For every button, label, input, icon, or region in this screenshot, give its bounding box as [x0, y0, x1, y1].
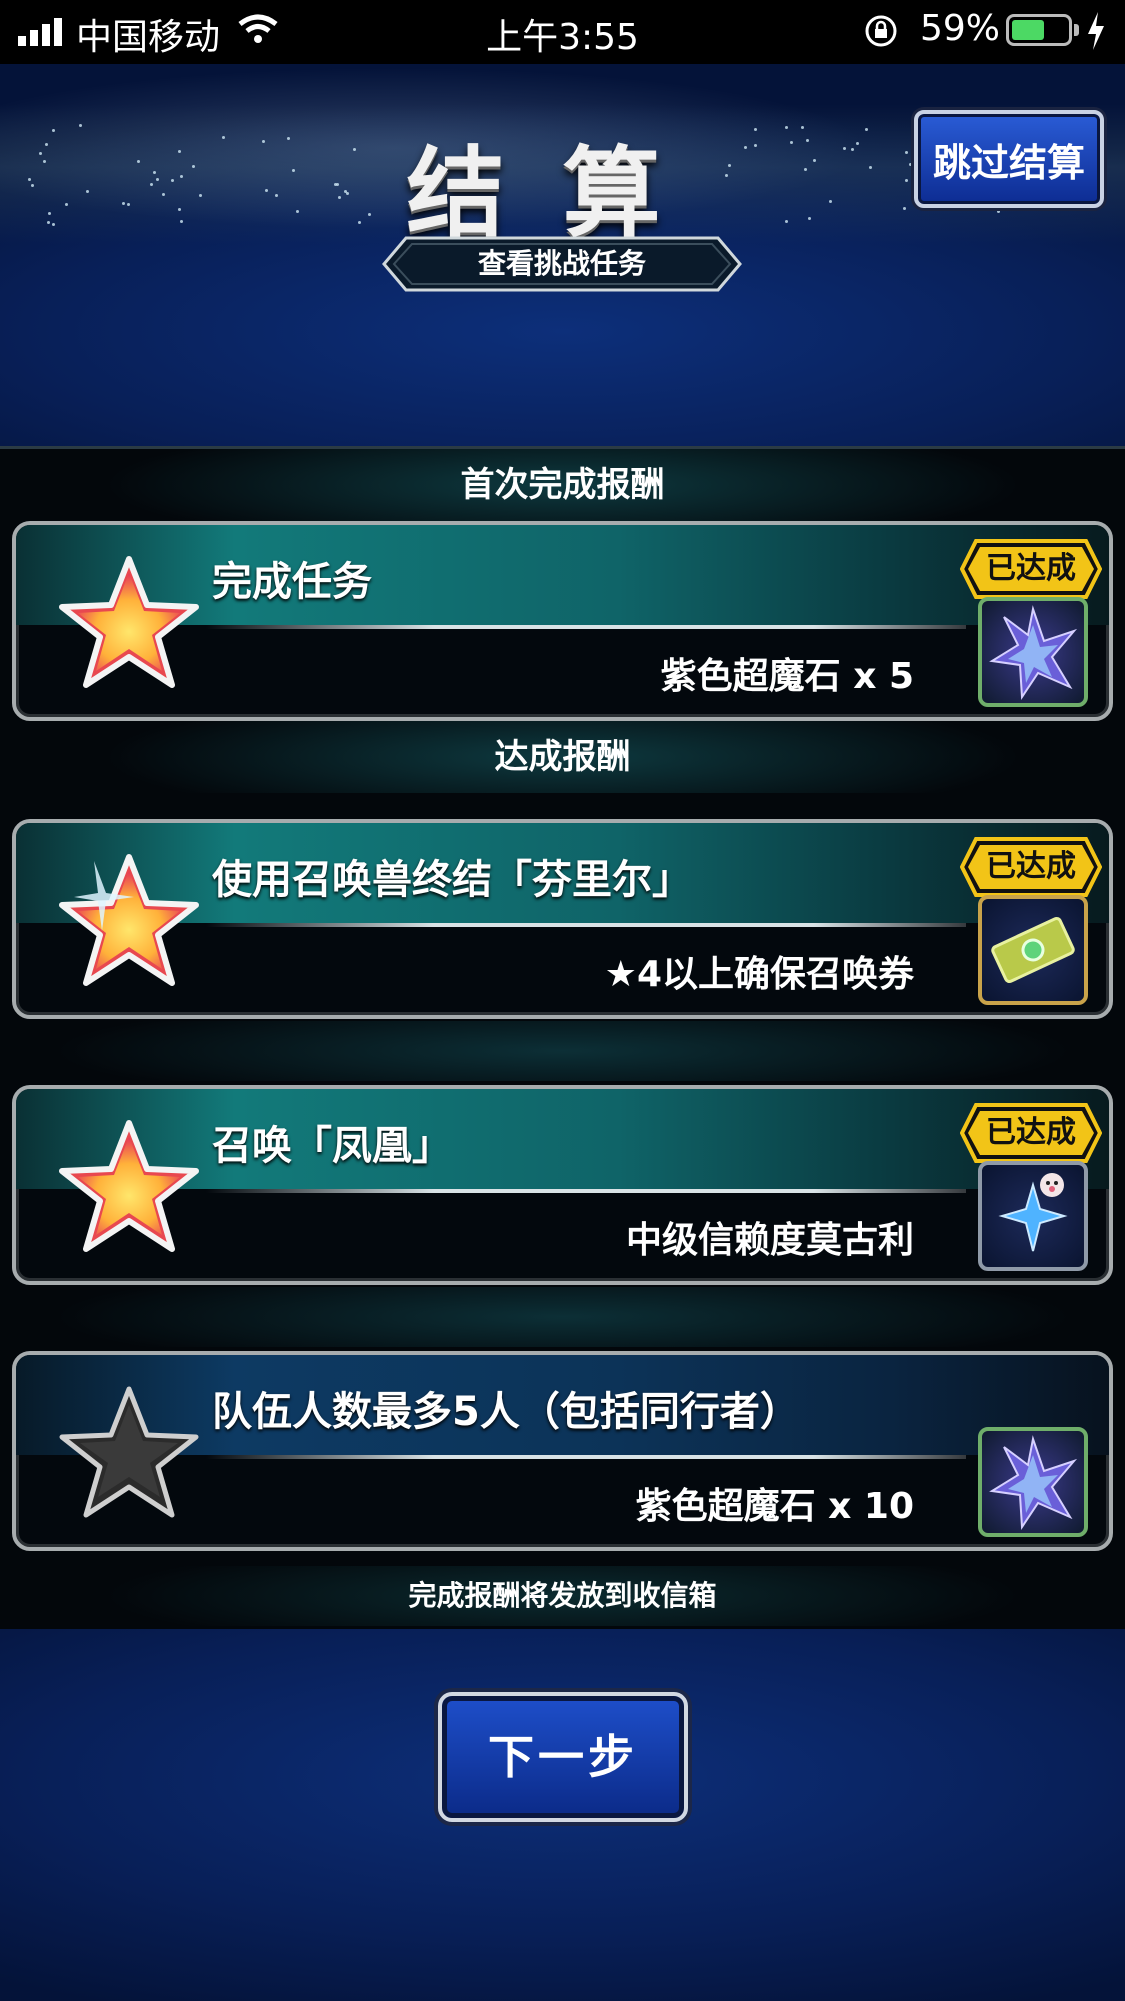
star-icon	[54, 553, 204, 693]
mission-card-4: 队伍人数最多5人（包括同行者） 紫色超魔石 x 10	[12, 1351, 1113, 1551]
purple-crystal-icon[interactable]	[978, 597, 1088, 707]
star-icon	[54, 851, 204, 991]
rotation-lock-icon	[865, 15, 897, 47]
status-bar: 中国移动 上午3:55 59%	[0, 0, 1125, 64]
skip-results-button[interactable]: 跳过结算	[914, 110, 1104, 208]
achieved-badge: 已达成	[960, 1103, 1102, 1163]
summon-ticket-icon[interactable]	[978, 895, 1088, 1005]
mission-task: 召唤「凤凰」	[212, 1123, 452, 1169]
mission-card-1: 完成任务 紫色超魔石 x 5	[12, 521, 1113, 721]
mission-reward: 紫色超魔石 x 10	[635, 1486, 914, 1527]
mission-card-3: 召唤「凤凰」 中级信赖度莫古利	[12, 1085, 1113, 1285]
star-icon	[59, 1386, 199, 1518]
mission-task: 完成任务	[212, 559, 372, 605]
first-clear-title: 首次完成报酬	[0, 449, 1125, 521]
moogle-crystal-icon[interactable]	[978, 1161, 1088, 1271]
mission-task: 队伍人数最多5人（包括同行者）	[212, 1389, 800, 1435]
view-missions-button[interactable]: 查看挑战任务	[382, 236, 742, 292]
battery-icon	[1006, 14, 1072, 46]
next-button[interactable]: 下一步	[438, 1692, 688, 1822]
mission-task: 使用召唤兽终结「芬里尔」	[212, 857, 692, 903]
mission-reward: 中级信赖度莫古利	[625, 1220, 914, 1261]
achieved-badge: 已达成	[960, 539, 1102, 599]
purple-crystal-icon[interactable]	[978, 1427, 1088, 1537]
reward-panel: 首次完成报酬 完成任务 紫色超魔石 x 5 已达成 达成报酬 使用召唤兽终结「芬…	[0, 446, 1125, 1632]
header: 结算 跳过结算 查看挑战任务	[0, 64, 1125, 446]
inbox-note: 完成报酬将发放到收信箱	[0, 1566, 1125, 1626]
achievement-title: 达成报酬	[0, 721, 1125, 793]
view-missions-label: 查看挑战任务	[477, 247, 646, 280]
mission-card-2: 使用召唤兽终结「芬里尔」 ★4以上确保召唤券	[12, 819, 1113, 1019]
achieved-badge: 已达成	[960, 837, 1102, 897]
mission-reward: 紫色超魔石 x 5	[660, 656, 914, 697]
mission-reward: ★4以上确保召唤券	[604, 954, 914, 995]
battery-percent: 59%	[920, 8, 1001, 49]
charging-icon	[1088, 12, 1104, 50]
bottom-area: 下一步	[0, 1629, 1125, 2001]
star-icon	[54, 1117, 204, 1257]
